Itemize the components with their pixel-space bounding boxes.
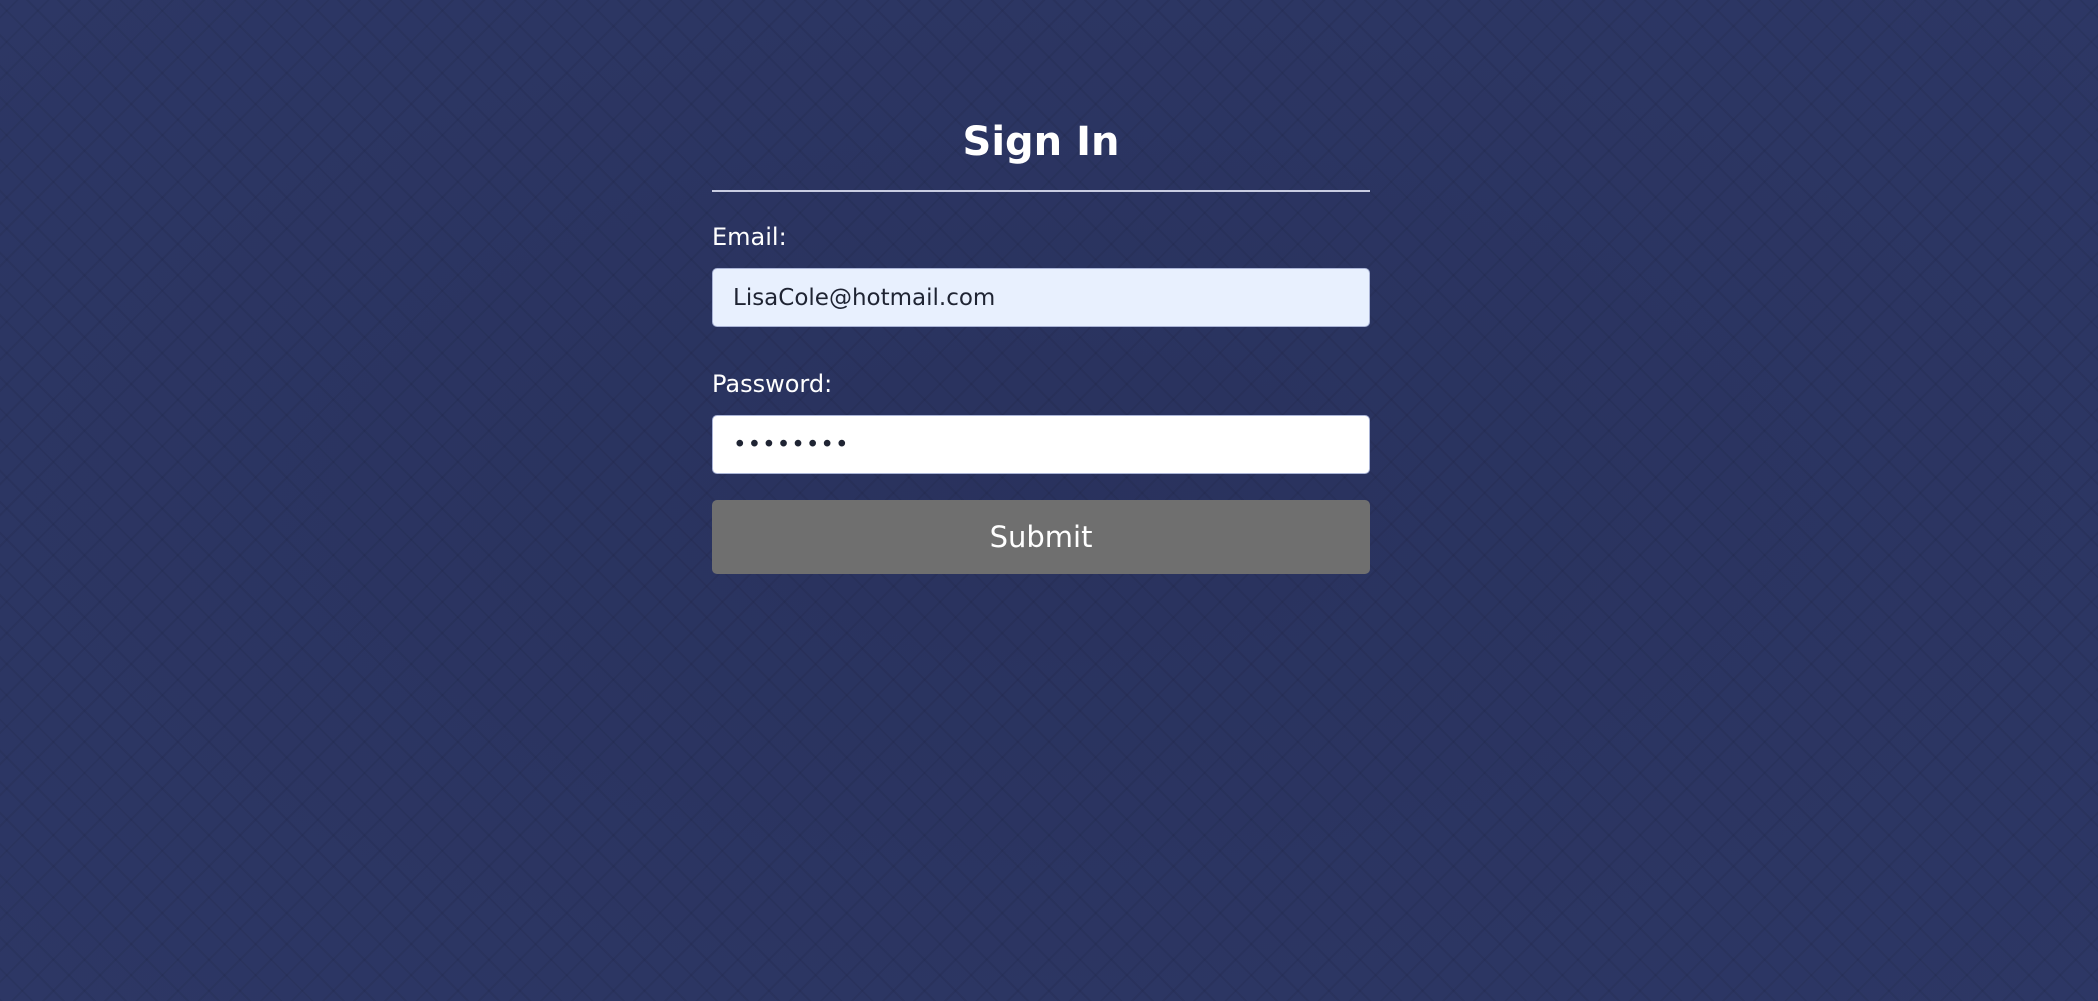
email-label: Email: bbox=[712, 223, 787, 251]
page-title: Sign In bbox=[962, 119, 1120, 165]
password-label: Password: bbox=[712, 370, 833, 398]
password-input[interactable] bbox=[712, 415, 1370, 474]
title-divider bbox=[712, 190, 1370, 192]
signin-form: Sign In Email: Password: Submit bbox=[712, 112, 1370, 574]
submit-button[interactable]: Submit bbox=[712, 500, 1370, 574]
page-background: { "signin": { "title": "Sign In", "email… bbox=[0, 0, 2098, 1001]
email-input[interactable] bbox=[712, 268, 1370, 327]
